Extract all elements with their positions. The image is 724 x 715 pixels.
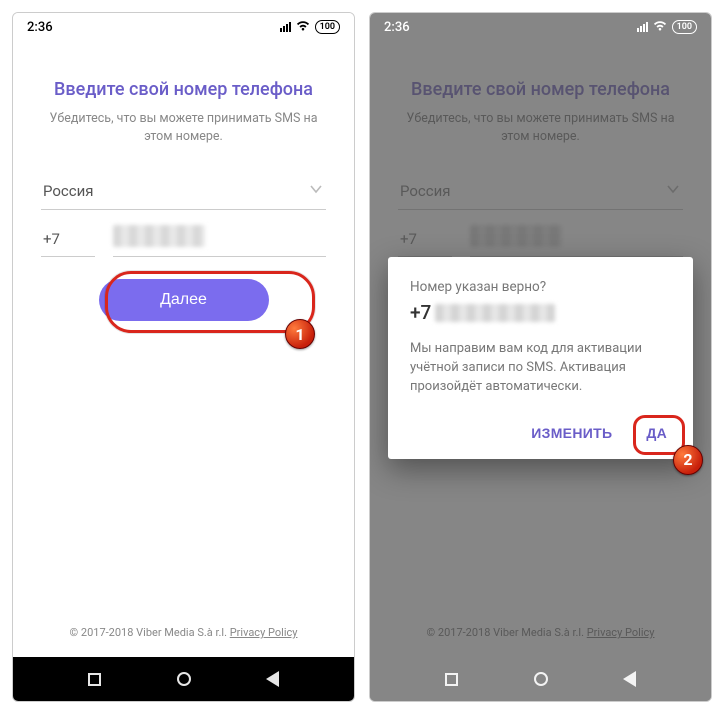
page-title: Введите свой номер телефона: [398, 79, 683, 100]
wifi-icon: [653, 20, 667, 34]
android-navbar: [13, 657, 354, 701]
status-icons: 100: [637, 20, 697, 34]
registration-screen: Введите свой номер телефона Убедитесь, ч…: [13, 41, 354, 657]
edit-button[interactable]: ИЗМЕНИТЬ: [527, 419, 616, 447]
status-bar: 2:36 100: [13, 13, 354, 41]
callout-badge-1: 1: [285, 319, 315, 349]
battery-icon: 100: [672, 20, 697, 34]
back-icon[interactable]: [266, 671, 279, 687]
footer: © 2017-2018 Viber Media S.à r.l. Privacy…: [41, 626, 326, 649]
page-subtitle: Убедитесь, что вы можете принимать SMS н…: [41, 110, 326, 145]
status-time: 2:36: [384, 20, 410, 35]
status-icons: 100: [280, 20, 340, 34]
back-icon[interactable]: [623, 671, 636, 687]
phone-screenshot-1: 2:36 100 Введите свой номер телефона Убе…: [12, 12, 355, 702]
home-icon[interactable]: [534, 672, 548, 686]
chevron-down-icon: [308, 181, 324, 201]
dialog-phone-number: +7: [410, 301, 671, 324]
dialog-prefix: +7: [410, 301, 431, 324]
dialog-actions: ИЗМЕНИТЬ ДА: [410, 419, 671, 447]
copyright-text: © 2017-2018 Viber Media S.à r.l.: [70, 626, 230, 639]
phone-prefix: +7: [41, 222, 95, 257]
status-time: 2:36: [27, 20, 53, 35]
phone-number-input[interactable]: [113, 223, 326, 257]
status-bar: 2:36 100: [370, 13, 711, 41]
privacy-policy-link[interactable]: Privacy Policy: [230, 626, 298, 639]
battery-icon: 100: [315, 20, 340, 34]
phone-input-row: +7: [41, 222, 326, 257]
country-value: Россия: [400, 182, 451, 200]
confirm-dialog: Номер указан верно? +7 Мы направим вам к…: [388, 257, 693, 459]
callout-highlight-1: [105, 271, 315, 333]
phone-screenshot-2: 2:36 100 Введите свой номер телефона Убе…: [369, 12, 712, 702]
recents-icon[interactable]: [445, 673, 458, 686]
country-selector: Россия: [398, 173, 683, 210]
dialog-body: Мы направим вам код для активации учётно…: [410, 340, 671, 397]
country-value: Россия: [43, 182, 94, 200]
signal-icon: [280, 22, 291, 32]
footer: © 2017-2018 Viber Media S.à r.l. Privacy…: [398, 626, 683, 649]
privacy-policy-link: Privacy Policy: [587, 626, 655, 639]
country-selector[interactable]: Россия: [41, 173, 326, 210]
page-title: Введите свой номер телефона: [41, 79, 326, 100]
recents-icon[interactable]: [88, 673, 101, 686]
phone-number-input: [470, 223, 683, 257]
dialog-question: Номер указан верно?: [410, 279, 671, 295]
callout-badge-2: 2: [673, 445, 703, 475]
phone-prefix: +7: [398, 222, 452, 257]
redacted-number: [113, 225, 205, 247]
redacted-number: [435, 304, 555, 322]
wifi-icon: [296, 20, 310, 34]
page-subtitle: Убедитесь, что вы можете принимать SMS н…: [398, 110, 683, 145]
home-icon[interactable]: [177, 672, 191, 686]
redacted-number: [470, 225, 562, 247]
chevron-down-icon: [665, 181, 681, 201]
copyright-text: © 2017-2018 Viber Media S.à r.l.: [427, 626, 587, 639]
next-button-area: Далее 1: [41, 279, 326, 321]
signal-icon: [637, 22, 648, 32]
phone-input-row: +7: [398, 222, 683, 257]
